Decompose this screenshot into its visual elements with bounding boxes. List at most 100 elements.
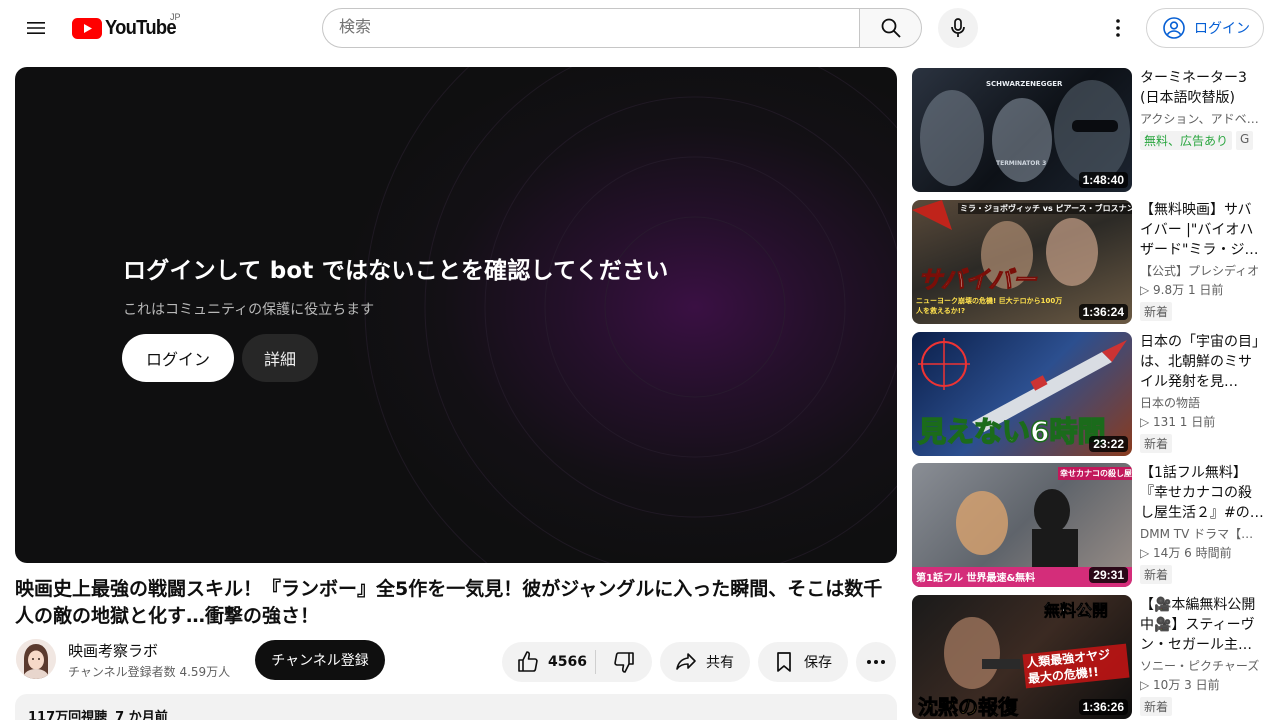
video-duration: 1:36:26 [1078, 699, 1128, 715]
bookmark-icon [777, 652, 791, 672]
like-button[interactable]: 4566 [502, 642, 595, 682]
recommendation-title[interactable]: ターミネーター3 (日本語吹替版) [1140, 68, 1264, 108]
new-badge: 新着 [1140, 565, 1173, 584]
share-label: 共有 [706, 655, 734, 671]
bot-check-title: ログインして bot ではないことを確認してください [123, 258, 669, 284]
recommendation-channel[interactable]: 日本の物語 [1140, 394, 1264, 411]
microphone-icon [951, 18, 965, 37]
recommendation-thumbnail[interactable]: ミラ・ジョボヴィッチ vs ピアース・ブロスナン サバイバー ニューヨーク崩壊の… [912, 200, 1132, 324]
channel-avatar[interactable] [16, 639, 56, 679]
thumbnail-big-text: 見えない6時間 [917, 414, 1106, 449]
recommendation-details: 【1話フル無料】『幸せカナコの殺し屋生活２』#の… DMM TV ドラマ【公式】… [1140, 463, 1264, 584]
video-duration: 1:48:40 [1078, 172, 1128, 188]
voice-search-button[interactable] [938, 8, 978, 48]
thumbnail-big-text: 沈黙の報復 [918, 695, 1019, 719]
search-button[interactable] [859, 8, 922, 48]
new-badge: 新着 [1140, 434, 1173, 453]
recommendation-channel[interactable]: アクション、アドベンチャー [1140, 110, 1264, 127]
recommendation-thumbnail[interactable]: 見えない6時間 23:22 [912, 332, 1132, 456]
video-duration: 23:22 [1089, 436, 1128, 452]
logo-wordmark: YouTube [105, 16, 177, 39]
recommendation-details: 日本の「宇宙の目」は、北朝鮮のミサイル発射を見… 日本の物語 ▷ 131 1 日… [1140, 332, 1264, 453]
thumbnail-subtext: TERMINATOR 3 [996, 160, 1047, 167]
recommendation-stats: ▷ 131 1 日前 [1140, 415, 1216, 429]
search-input[interactable] [322, 8, 859, 48]
recommendation-channel[interactable]: ソニー・ピクチャーズ [1140, 657, 1264, 674]
badge-row: 新着 [1140, 565, 1264, 584]
thumbnail-headline: SCHWARZENEGGER [986, 80, 1063, 88]
recommendation-title[interactable]: 【🎥本編無料公開中🎥】スティーヴン・セガール主演… [1140, 595, 1264, 655]
player-login-button[interactable]: ログイン [122, 334, 234, 382]
rating-badge: G [1236, 131, 1254, 150]
more-actions-button[interactable] [856, 642, 896, 682]
video-player[interactable]: ログインして bot ではないことを確認してください これはコミュニティの保護に… [15, 67, 897, 563]
recommendation-details: ターミネーター3 (日本語吹替版) アクション、アドベンチャー 無料、広告あり … [1140, 68, 1264, 150]
recommendation-item[interactable]: 見えない6時間 23:22 日本の「宇宙の目」は、北朝鮮のミサイル発射を見… 日… [912, 332, 1268, 456]
new-badge: 新着 [1140, 302, 1173, 321]
sign-in-label: ログイン [1194, 21, 1250, 37]
thumbnail-big-text: サバイバー [918, 266, 1038, 295]
video-duration: 1:36:24 [1078, 304, 1128, 320]
search-icon [881, 18, 901, 38]
thumbnail-caption: ニューヨーク崩壊の危機! 巨大テロから100万人を救えるか!? [916, 297, 1063, 315]
recommendation-stats: ▷ 14万 6 時間前 [1140, 546, 1232, 560]
badge-row: 新着 [1140, 697, 1264, 716]
badge-row: 無料、広告あり G [1140, 131, 1264, 150]
recommendation-thumbnail[interactable]: 幸せカナコの殺し屋生活2 第1話フル 世界最速&無料 29:31 [912, 463, 1132, 587]
recommendation-channel[interactable]: 【公式】プレシディオ [1140, 262, 1264, 279]
recommendation-item[interactable]: ミラ・ジョボヴィッチ vs ピアース・ブロスナン サバイバー ニューヨーク崩壊の… [912, 200, 1268, 324]
save-button[interactable]: 保存 [758, 642, 848, 682]
subscribe-button[interactable]: チャンネル登録 [255, 640, 385, 680]
avatar-image [16, 639, 56, 679]
badge-row: 新着 [1140, 434, 1264, 453]
recommendation-title[interactable]: 【無料映画】サバイバー |"バイオハザード"ミラ・ジョヴォヴィッチ [1140, 200, 1264, 260]
thumbnail-headline: 無料公開 [1044, 601, 1109, 621]
country-code: JP [170, 12, 181, 22]
bot-check-subtitle: これはコミュニティの保護に役立ちます [123, 302, 375, 318]
new-badge: 新着 [1140, 697, 1173, 716]
thumbs-up-icon [518, 651, 538, 672]
player-details-button[interactable]: 詳細 [242, 334, 318, 382]
recommendation-stats: ▷ 10万 3 日前 [1140, 678, 1220, 692]
recommendation-title[interactable]: 日本の「宇宙の目」は、北朝鮮のミサイル発射を見… [1140, 332, 1264, 392]
dislike-button[interactable] [596, 642, 652, 682]
description-box[interactable]: 117万回視聴 7 か月前 [15, 694, 897, 720]
video-title: 映画史上最強の戦闘スキル！『ランボー』全5作を一気見！彼がジャングルに入った瞬間… [15, 578, 883, 627]
badge-row: 新着 [1140, 302, 1264, 321]
youtube-logo[interactable]: YouTube [72, 14, 182, 42]
share-icon [676, 653, 696, 670]
more-horizontal-icon [867, 660, 885, 664]
recommendation-item[interactable]: SCHWARZENEGGER TERMINATOR 3 1:48:40 ターミネ… [912, 68, 1268, 192]
publish-date: 7 か月前 [115, 710, 168, 720]
thumbnail-headline: ミラ・ジョボヴィッチ vs ピアース・ブロスナン [958, 203, 1132, 214]
video-duration: 29:31 [1089, 567, 1128, 583]
search-box [322, 8, 922, 48]
recommendation-details: 【🎥本編無料公開中🎥】スティーヴン・セガール主演… ソニー・ピクチャーズ ▷ 1… [1140, 595, 1264, 716]
like-dislike-group: 4566 [502, 642, 652, 682]
youtube-play-icon [72, 17, 102, 39]
hamburger-icon [27, 22, 45, 34]
recommendation-channel[interactable]: DMM TV ドラマ【公式】 [1140, 525, 1264, 542]
view-count: 117万回視聴 [28, 710, 108, 720]
recommendation-title[interactable]: 【1話フル無料】『幸せカナコの殺し屋生活２』#の… [1140, 463, 1264, 523]
recommendation-item[interactable]: 幸せカナコの殺し屋生活2 第1話フル 世界最速&無料 29:31 【1話フル無料… [912, 463, 1268, 587]
settings-menu-button[interactable] [1098, 8, 1138, 48]
save-label: 保存 [804, 655, 832, 671]
free-badge: 無料、広告あり [1140, 131, 1233, 150]
thumbnail-headline: 幸せカナコの殺し屋生活2 [1058, 467, 1132, 480]
subscriber-count: チャンネル登録者数 4.59万人 [68, 665, 231, 679]
guide-menu-button[interactable] [16, 8, 56, 48]
recommendation-thumbnail[interactable]: 無料公開 人類最強オヤジ 最大の危機!! 沈黙の報復 1:36:26 [912, 595, 1132, 719]
recommendation-stats: ▷ 9.8万 1 日前 [1140, 283, 1224, 297]
sign-in-button[interactable]: ログイン [1146, 8, 1264, 48]
recommendation-thumbnail[interactable]: SCHWARZENEGGER TERMINATOR 3 1:48:40 [912, 68, 1132, 192]
share-button[interactable]: 共有 [660, 642, 750, 682]
like-count: 4566 [548, 654, 587, 670]
thumbs-down-icon [614, 652, 634, 673]
thumbnail-caption: 第1話フル 世界最速&無料 [916, 573, 1036, 584]
channel-name[interactable]: 映画考察ラボ [68, 640, 158, 661]
recommendation-item[interactable]: 無料公開 人類最強オヤジ 最大の危機!! 沈黙の報復 1:36:26 【🎥本編無… [912, 595, 1268, 719]
account-circle-icon [1163, 17, 1185, 39]
masthead: YouTube JP ログイン [0, 0, 1280, 56]
recommendation-details: 【無料映画】サバイバー |"バイオハザード"ミラ・ジョヴォヴィッチ 【公式】プレ… [1140, 200, 1264, 321]
